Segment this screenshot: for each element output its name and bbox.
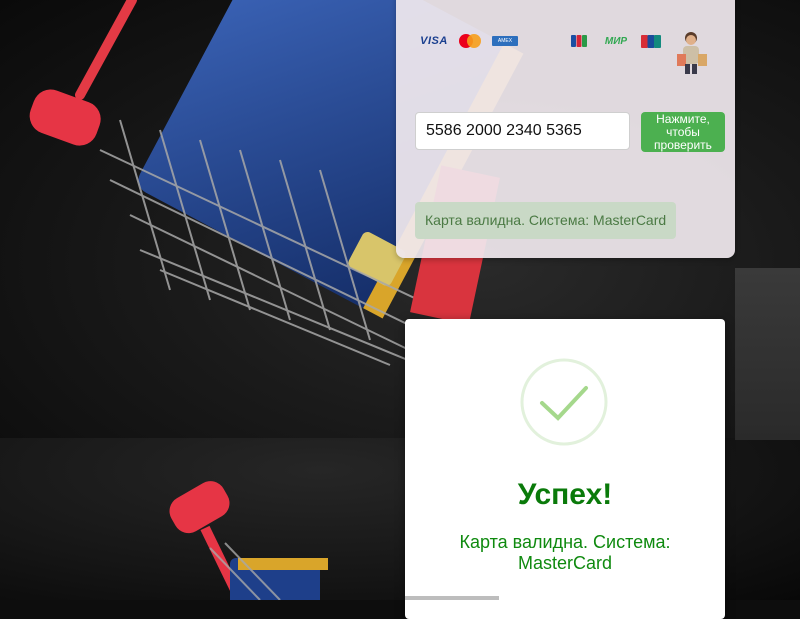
mir-icon: МИР [604, 35, 628, 47]
amex-icon: AMEX [490, 30, 520, 52]
shopper-avatar-icon [675, 30, 709, 74]
check-card-button[interactable]: Нажмите, чтобы проверить [641, 112, 725, 152]
visa-icon: VISA [420, 35, 448, 47]
success-title: Успех! [517, 478, 613, 511]
success-checkmark-icon [520, 358, 608, 446]
success-message: Карта валидна. Система: MasterCard [459, 532, 671, 573]
background-strip [735, 268, 800, 440]
jcb-icon [570, 30, 588, 52]
validation-result-banner: Карта валидна. Система: MasterCard [415, 202, 676, 239]
payment-logos-row: VISA AMEX МИР [418, 30, 718, 56]
mastercard-icon [456, 30, 484, 52]
modal-timer-progress-bar [405, 596, 499, 600]
card-number-input[interactable] [415, 112, 630, 150]
unionpay-icon [640, 30, 662, 52]
